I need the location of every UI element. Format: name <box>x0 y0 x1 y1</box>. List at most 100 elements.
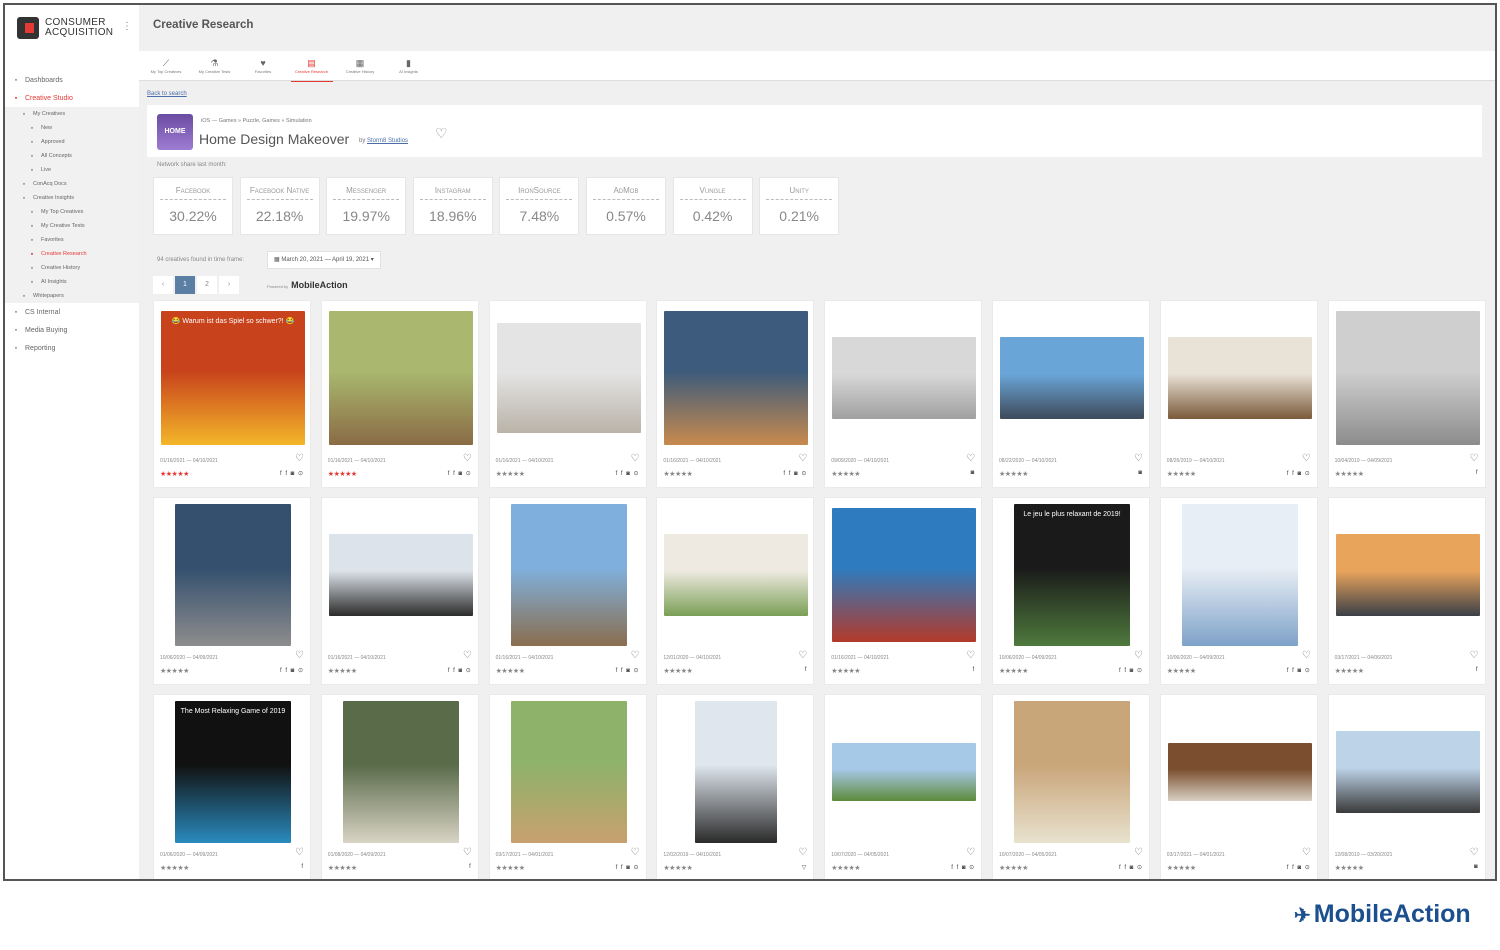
tab-my-top-creatives[interactable]: ⟋ My Top Creatives <box>143 57 189 74</box>
creative-card[interactable]: 10/07/2020 — 04/05/2021 ♡ ★★★★★ f f ◙ ⊙ <box>992 694 1150 879</box>
sidebar-item-creative-history[interactable]: ▪ Creative History <box>5 261 139 275</box>
creative-card[interactable]: 10/06/2020 — 04/09/2021 ♡ ★★★★★ f f ◙ ⊙ <box>1159 497 1318 685</box>
sidebar-item-new[interactable]: ▪ New <box>5 121 139 135</box>
creative-thumbnail[interactable] <box>695 701 778 843</box>
favorite-heart-icon[interactable]: ♡ <box>798 650 807 661</box>
sidebar-item-my-creatives[interactable]: ▪ My Creatives <box>5 107 139 121</box>
back-to-search-link[interactable]: Back to search <box>147 91 187 97</box>
creative-thumbnail[interactable] <box>342 701 459 843</box>
sidebar-item-my-creative-tests[interactable]: ▪ My Creative Tests <box>5 219 139 233</box>
favorite-heart-icon[interactable]: ♡ <box>1470 847 1479 858</box>
favorite-heart-icon[interactable]: ♡ <box>463 650 472 661</box>
creative-thumbnail[interactable] <box>1014 701 1130 843</box>
sidebar-item-my-top-creatives[interactable]: ▪ My Top Creatives <box>5 205 139 219</box>
creative-card[interactable]: 01/16/2021 — 04/10/2021 ♡ ★★★★★ f f ◙ ⊙ <box>488 300 647 488</box>
creative-thumbnail[interactable] <box>832 337 977 419</box>
creative-card[interactable]: 08/26/2019 — 04/10/2021 ♡ ★★★★★ f f ◙ ⊙ <box>1159 300 1318 488</box>
favorite-heart-icon[interactable]: ♡ <box>295 453 304 464</box>
favorite-heart-icon[interactable]: ♡ <box>1302 650 1311 661</box>
creative-thumbnail[interactable] <box>328 534 473 616</box>
favorite-heart-icon[interactable]: ♡ <box>1302 453 1311 464</box>
favorite-heart-icon[interactable]: ♡ <box>631 847 640 858</box>
creative-thumbnail[interactable] <box>1000 337 1144 419</box>
creative-thumbnail[interactable] <box>328 311 473 445</box>
favorite-heart-icon[interactable]: ♡ <box>1470 650 1479 661</box>
favorite-heart-icon[interactable]: ♡ <box>631 650 640 661</box>
creative-thumbnail[interactable] <box>496 323 641 433</box>
creative-card[interactable]: 😂 Warum ist das Spiel so schwer?! 😂 01/16… <box>153 300 311 488</box>
creative-card[interactable]: 09/09/2020 — 04/10/2021 ♡ ★★★★★ ◙ <box>824 300 983 488</box>
developer-link[interactable]: Storm8 Studios <box>367 138 408 144</box>
creative-card[interactable]: 01/16/2021 — 04/10/2021 ♡ ★★★★★ f f ◙ ⊙ <box>656 300 815 488</box>
sidebar-item-creative-research[interactable]: ▪ Creative Research <box>5 247 139 261</box>
creative-card[interactable]: 01/16/2021 — 04/10/2021 ♡ ★★★★★ f f ◙ ⊙ <box>320 300 479 488</box>
favorite-heart-icon[interactable]: ♡ <box>798 453 807 464</box>
creative-card[interactable]: Le jeu le plus relaxant de 2019! 10/06/20… <box>992 497 1150 685</box>
page-1-button[interactable]: 1 <box>175 276 195 294</box>
creative-thumbnail[interactable] <box>1335 534 1480 616</box>
tab-favorites[interactable]: ♥ Favorites <box>240 57 286 74</box>
creative-thumbnail[interactable] <box>1167 743 1312 801</box>
creative-card[interactable]: 01/16/2021 — 04/10/2021 ♡ ★★★★★ f f ◙ ⊙ <box>320 497 479 685</box>
favorite-heart-icon[interactable]: ♡ <box>463 847 472 858</box>
page-2-button[interactable]: 2 <box>197 276 217 294</box>
sidebar-item-creative-insights[interactable]: ▪ Creative Insights <box>5 191 139 205</box>
favorite-heart-icon[interactable]: ♡ <box>798 847 807 858</box>
creative-card[interactable]: 01/16/2021 — 04/10/2021 ♡ ★★★★★ f <box>824 497 983 685</box>
favorite-heart-icon[interactable]: ♡ <box>295 650 304 661</box>
creative-card[interactable]: 10/06/2020 — 04/09/2021 ♡ ★★★★★ f f ◙ ⊙ <box>153 497 311 685</box>
creative-thumbnail[interactable] <box>1167 337 1312 419</box>
creative-thumbnail[interactable] <box>832 743 977 801</box>
next-page-button[interactable]: › <box>219 276 239 294</box>
creative-thumbnail[interactable] <box>510 701 627 843</box>
creative-thumbnail[interactable]: 😂 Warum ist das Spiel so schwer?! 😂 <box>161 311 305 445</box>
creative-thumbnail[interactable] <box>1335 731 1480 813</box>
creative-card[interactable]: 01/16/2021 — 04/10/2021 ♡ ★★★★★ f f ◙ ⊙ <box>488 497 647 685</box>
sidebar-item-ai-insights[interactable]: ▪ AI Insights <box>5 275 139 289</box>
favorite-heart-icon[interactable]: ♡ <box>1470 453 1479 464</box>
collapse-sidebar-icon[interactable]: ⋮ <box>122 21 132 32</box>
favorite-heart-icon[interactable]: ♡ <box>966 650 975 661</box>
favorite-heart-icon[interactable]: ♡ <box>966 453 975 464</box>
creative-card[interactable]: 01/08/2020 — 04/09/2021 ♡ ★★★★★ f <box>320 694 479 879</box>
tab-ai-insights[interactable]: ▮ AI Insights <box>386 57 432 74</box>
creative-card[interactable]: 12/02/2019 — 04/10/2021 ♡ ★★★★★ ▽ <box>656 694 815 879</box>
favorite-app-heart-icon[interactable]: ♡ <box>435 125 448 142</box>
creative-card[interactable]: 12/08/2019 — 03/20/2021 ♡ ★★★★★ ◙ <box>1327 694 1486 879</box>
favorite-heart-icon[interactable]: ♡ <box>295 847 304 858</box>
favorite-heart-icon[interactable]: ♡ <box>631 453 640 464</box>
favorite-heart-icon[interactable]: ♡ <box>463 453 472 464</box>
creative-card[interactable]: 12/01/2020 — 04/10/2021 ♡ ★★★★★ f <box>656 497 815 685</box>
tab-my-creative-tests[interactable]: ⚗ My Creative Tests <box>192 57 238 74</box>
sidebar-item-all-concepts[interactable]: ▪ All Concepts <box>5 149 139 163</box>
creative-card[interactable]: 10/07/2020 — 04/05/2021 ♡ ★★★★★ f f ◙ ⊙ <box>824 694 983 879</box>
sidebar-item-whitepapers[interactable]: ▪ Whitepapers <box>5 289 139 303</box>
creative-card[interactable]: 03/17/2021 — 04/01/2021 ♡ ★★★★★ f f ◙ ⊙ <box>488 694 647 879</box>
creative-thumbnail[interactable]: Le jeu le plus relaxant de 2019! <box>1014 504 1130 646</box>
creative-thumbnail[interactable] <box>664 311 809 445</box>
favorite-heart-icon[interactable]: ♡ <box>966 847 975 858</box>
creative-card[interactable]: 03/17/2021 — 04/01/2021 ♡ ★★★★★ f f ◙ ⊙ <box>1159 694 1318 879</box>
creative-thumbnail[interactable] <box>832 508 977 642</box>
creative-card[interactable]: 03/17/2021 — 04/06/2021 ♡ ★★★★★ f <box>1327 497 1486 685</box>
creative-card[interactable]: 08/22/2020 — 04/10/2021 ♡ ★★★★★ ◙ <box>992 300 1150 488</box>
sidebar-item-cs-internal[interactable]: ▪ CS Internal <box>5 303 139 321</box>
sidebar-item-dashboards[interactable]: ▪ Dashboards <box>5 71 139 89</box>
creative-thumbnail[interactable] <box>1335 311 1480 445</box>
brand-logo[interactable]: CONSUMER ACQUISITION <box>17 17 113 39</box>
date-range-picker[interactable]: ▦ March 20, 2021 — April 19, 2021 ▾ <box>267 251 381 269</box>
sidebar-item-favorites[interactable]: ▪ Favorites <box>5 233 139 247</box>
tab-creative-history[interactable]: ▦ Creative History <box>337 57 383 74</box>
creative-thumbnail[interactable]: The Most Relaxing Game of 2019 <box>175 701 291 843</box>
sidebar-item-reporting[interactable]: ▪ Reporting <box>5 339 139 357</box>
tab-creative-research[interactable]: ▤ Creative Research <box>289 57 335 82</box>
favorite-heart-icon[interactable]: ♡ <box>1134 650 1143 661</box>
favorite-heart-icon[interactable]: ♡ <box>1134 847 1143 858</box>
creative-card[interactable]: The Most Relaxing Game of 2019 01/06/2020… <box>153 694 311 879</box>
prev-page-button[interactable]: ‹ <box>153 276 173 294</box>
sidebar-item-media-buying[interactable]: ▪ Media Buying <box>5 321 139 339</box>
creative-card[interactable]: 10/04/2019 — 04/09/2021 ♡ ★★★★★ f <box>1327 300 1486 488</box>
favorite-heart-icon[interactable]: ♡ <box>1302 847 1311 858</box>
sidebar-item-live[interactable]: ▪ Live <box>5 163 139 177</box>
sidebar-item-approved[interactable]: ▪ Approved <box>5 135 139 149</box>
